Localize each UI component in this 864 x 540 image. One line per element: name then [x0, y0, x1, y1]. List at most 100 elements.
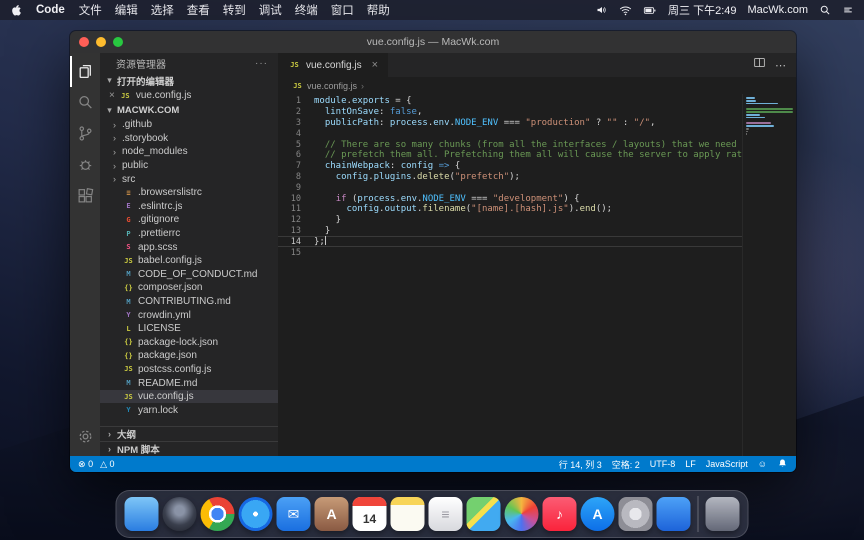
tree-item-package-lock.json[interactable]: {}package-lock.json — [100, 336, 278, 350]
menu-item-转到[interactable]: 转到 — [223, 2, 246, 18]
tree-item-app.scss[interactable]: Sapp.scss — [100, 240, 278, 254]
notifications-bell-icon[interactable] — [777, 458, 788, 471]
dock-app-photos[interactable] — [505, 497, 539, 531]
tree-item-.github[interactable]: ›.github — [100, 118, 278, 132]
code-line-7[interactable]: 7 chainWebpack: config => { — [278, 161, 742, 172]
tree-item-composer.json[interactable]: {}composer.json — [100, 281, 278, 295]
more-actions-icon[interactable]: ⋯ — [775, 59, 787, 72]
tree-item-README.md[interactable]: MREADME.md — [100, 376, 278, 390]
tree-item-CONTRIBUTING.md[interactable]: MCONTRIBUTING.md — [100, 295, 278, 309]
tree-item-.gitignore[interactable]: G.gitignore — [100, 213, 278, 227]
menu-item-调试[interactable]: 调试 — [259, 2, 282, 18]
tree-item-vue.config.js[interactable]: JSvue.config.js — [100, 390, 278, 404]
volume-icon[interactable] — [596, 4, 608, 16]
spotlight-search-icon[interactable] — [819, 4, 831, 16]
dock-app-chrome[interactable] — [201, 497, 235, 531]
code-line-3[interactable]: 3 publicPath: process.env.NODE_ENV === "… — [278, 118, 742, 129]
split-editor-icon[interactable] — [753, 56, 766, 74]
notification-center-icon[interactable] — [842, 4, 854, 16]
zoom-window-button[interactable] — [113, 37, 123, 47]
breadcrumb[interactable]: JS vue.config.js › — [278, 77, 796, 94]
tree-item-node_modules[interactable]: ›node_modules — [100, 145, 278, 159]
menu-user-label[interactable]: MacWk.com — [748, 4, 809, 16]
menu-clock[interactable]: 周三 下午2:49 — [668, 2, 736, 18]
dock-app-music[interactable]: ♪ — [543, 497, 577, 531]
code-line-5[interactable]: 5 // There are so many chunks (from all … — [278, 139, 742, 150]
dock-app-launchpad[interactable] — [163, 497, 197, 531]
code-line-12[interactable]: 12 } — [278, 215, 742, 226]
dock-app-settings[interactable] — [619, 497, 653, 531]
language-status[interactable]: JavaScript — [706, 459, 748, 469]
menu-item-终端[interactable]: 终端 — [295, 2, 318, 18]
dock-app-calendar[interactable]: 14 — [353, 497, 387, 531]
eol-status[interactable]: LF — [685, 459, 696, 469]
tree-item-.browserslistrc[interactable]: ≡.browserslistrc — [100, 186, 278, 200]
apple-menu-icon[interactable] — [10, 4, 22, 16]
minimize-window-button[interactable] — [96, 37, 106, 47]
menu-item-窗口[interactable]: 窗口 — [331, 2, 354, 18]
cursor-position-status[interactable]: 行 14, 列 3 — [559, 458, 602, 471]
explorer-icon[interactable] — [70, 56, 100, 87]
code-line-13[interactable]: 13 } — [278, 226, 742, 237]
code-line-10[interactable]: 10 if (process.env.NODE_ENV === "develop… — [278, 193, 742, 204]
extensions-icon[interactable] — [70, 180, 100, 211]
code-line-11[interactable]: 11 config.output.filename("[name].[hash]… — [278, 204, 742, 215]
dock-app-trash[interactable] — [706, 497, 740, 531]
breadcrumb-item[interactable]: vue.config.js — [307, 81, 357, 91]
code-line-15[interactable]: 15 — [278, 247, 742, 258]
dock-app-safari[interactable] — [239, 497, 273, 531]
sidebar-more-actions-icon[interactable]: ··· — [255, 58, 268, 69]
open-editors-header[interactable]: ▾ 打开的编辑器 — [100, 73, 278, 88]
tree-item-postcss.config.js[interactable]: JSpostcss.config.js — [100, 363, 278, 377]
tab-close-icon[interactable]: × — [372, 59, 378, 71]
tree-item-.eslintrc.js[interactable]: E.eslintrc.js — [100, 200, 278, 214]
dock-app-mail[interactable]: ✉ — [277, 497, 311, 531]
menu-item-文件[interactable]: 文件 — [79, 2, 102, 18]
settings-gear-icon[interactable] — [70, 421, 100, 452]
code-line-2[interactable]: 2 lintOnSave: false, — [278, 107, 742, 118]
code-line-1[interactable]: 1module.exports = { — [278, 96, 742, 107]
dock-app-finder[interactable] — [125, 497, 159, 531]
dock-app-xcode[interactable] — [657, 497, 691, 531]
tree-item-package.json[interactable]: {}package.json — [100, 349, 278, 363]
menu-app-name[interactable]: Code — [36, 4, 65, 16]
source-control-icon[interactable] — [70, 118, 100, 149]
battery-icon[interactable] — [643, 4, 657, 17]
dock-app-appstore[interactable]: A — [581, 497, 615, 531]
tree-item-.prettierrc[interactable]: P.prettierrc — [100, 227, 278, 241]
wifi-icon[interactable] — [619, 4, 632, 17]
errors-indicator[interactable]: ⊗ 0 — [78, 459, 93, 470]
menu-item-选择[interactable]: 选择 — [151, 2, 174, 18]
tree-item-crowdin.yml[interactable]: Ycrowdin.yml — [100, 308, 278, 322]
search-icon[interactable] — [70, 87, 100, 118]
open-editor-item[interactable]: × JS vue.config.js — [100, 88, 278, 103]
workspace-root-header[interactable]: ▾ MACWK.COM — [100, 103, 278, 118]
dock-app-textedit[interactable]: ≡ — [429, 497, 463, 531]
close-editor-icon[interactable]: × — [109, 90, 115, 101]
code-line-6[interactable]: 6 // prefetch them all. Prefetching them… — [278, 150, 742, 161]
tab-vue-config-js[interactable]: JS vue.config.js × — [278, 53, 388, 77]
warnings-indicator[interactable]: △ 0 — [100, 459, 114, 470]
encoding-status[interactable]: UTF-8 — [650, 459, 676, 469]
code-editor[interactable]: 1module.exports = {2 lintOnSave: false,3… — [278, 94, 742, 456]
code-line-14[interactable]: 14}; — [278, 236, 742, 247]
feedback-smiley-icon[interactable]: ☺ — [758, 459, 767, 469]
menu-item-查看[interactable]: 查看 — [187, 2, 210, 18]
window-title-bar[interactable]: vue.config.js — MacWk.com — [70, 31, 796, 53]
tree-item-babel.config.js[interactable]: JSbabel.config.js — [100, 254, 278, 268]
close-window-button[interactable] — [79, 37, 89, 47]
code-line-9[interactable]: 9 — [278, 182, 742, 193]
tree-item-yarn.lock[interactable]: Yyarn.lock — [100, 403, 278, 417]
tree-item-CODE_OF_CONDUCT.md[interactable]: MCODE_OF_CONDUCT.md — [100, 268, 278, 282]
code-line-4[interactable]: 4 — [278, 128, 742, 139]
menu-item-帮助[interactable]: 帮助 — [367, 2, 390, 18]
indentation-status[interactable]: 空格: 2 — [612, 458, 640, 471]
code-line-8[interactable]: 8 config.plugins.delete("prefetch"); — [278, 172, 742, 183]
dock-app-notes[interactable] — [391, 497, 425, 531]
tree-item-LICENSE[interactable]: LLICENSE — [100, 322, 278, 336]
npm-scripts-panel-header[interactable]: › NPM 脚本 — [100, 441, 278, 456]
dock-app-dictionary[interactable]: A — [315, 497, 349, 531]
tree-item-src[interactable]: ›src — [100, 172, 278, 186]
tree-item-.storybook[interactable]: ›.storybook — [100, 132, 278, 146]
dock-app-maps[interactable] — [467, 497, 501, 531]
